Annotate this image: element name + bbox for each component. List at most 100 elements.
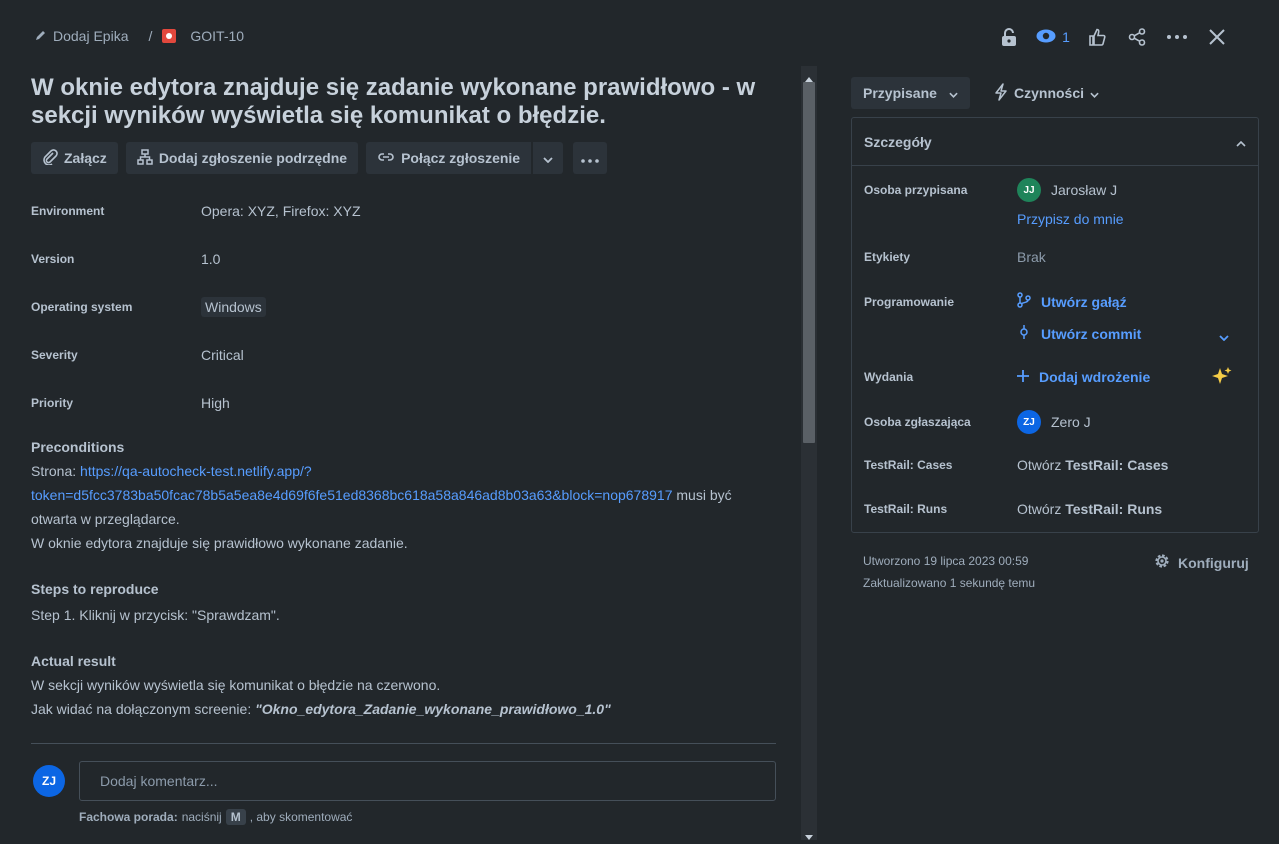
field-severity: Severity Critical	[31, 331, 791, 379]
avatar: JJ	[1017, 178, 1041, 202]
testrail-runs-row: TestRail: Runs Otwórz TestRail: Runs	[864, 501, 1162, 517]
testrail-cases-link[interactable]: Otwórz TestRail: Cases	[1017, 457, 1168, 473]
development-label: Programowanie	[864, 294, 955, 309]
branch-icon	[1017, 292, 1031, 311]
status-label: Przypisane	[863, 85, 937, 101]
preconditions-prefix: Strona:	[31, 463, 81, 479]
issue-actions-bar: 1	[989, 21, 1237, 53]
created-date: Utworzono 19 lipca 2023 00:59	[863, 554, 1029, 568]
custom-fields: Environment Opera: XYZ, Firefox: XYZ Ver…	[31, 187, 791, 427]
plus-icon	[1017, 369, 1029, 385]
labels-value[interactable]: Brak	[1017, 249, 1046, 265]
configure-label: Konfiguruj	[1178, 554, 1249, 571]
issue-title[interactable]: W oknie edytora znajduje się zadanie wyk…	[31, 74, 791, 130]
tip-end: , aby skomentować	[249, 810, 353, 824]
actual-result-heading: Actual result	[31, 653, 116, 669]
scroll-down-arrow[interactable]	[804, 828, 814, 844]
testrail-cases-label: TestRail: Cases	[864, 458, 953, 472]
toolbar-more-button[interactable]	[573, 142, 608, 174]
watch-button[interactable]: 1	[1029, 21, 1077, 53]
testrail-runs-link[interactable]: Otwórz TestRail: Runs	[1017, 501, 1162, 517]
create-commit-link[interactable]: Utwórz commit	[1017, 324, 1141, 343]
attach-button[interactable]: Załącz	[31, 142, 118, 174]
tip-bold: Fachowa porada:	[79, 810, 178, 824]
avatar: ZJ	[1017, 410, 1041, 434]
testrail-runs-prefix: Otwórz	[1017, 501, 1066, 517]
comment-input[interactable]: Dodaj komentarz...	[79, 761, 776, 801]
close-icon[interactable]	[1197, 21, 1237, 53]
more-icon	[581, 150, 599, 166]
preconditions-line4: W oknie edytora znajduje się prawidłowo …	[31, 535, 408, 551]
issue-main-content: W oknie edytora znajduje się zadanie wyk…	[31, 70, 791, 840]
breadcrumb: Dodaj Epika / GOIT-10	[35, 28, 244, 44]
steps-heading: Steps to reproduce	[31, 581, 159, 597]
preconditions-heading: Preconditions	[31, 439, 125, 455]
field-value[interactable]: Opera: XYZ, Firefox: XYZ	[201, 203, 361, 219]
chevron-down-icon	[543, 150, 553, 166]
link-issue-label: Połącz zgłoszenie	[401, 150, 521, 166]
actual-result-text: W sekcji wyników wyświetla się komunikat…	[31, 673, 791, 721]
share-icon[interactable]	[1117, 21, 1157, 53]
actual-attachment-name: "Okno_edytora_Zadanie_wykonane_prawidłow…	[255, 701, 611, 717]
add-deployment-label: Dodaj wdrożenie	[1039, 369, 1151, 385]
preconditions-text: Strona: https://qa-autocheck-test.netlif…	[31, 459, 791, 555]
details-panel: Szczegóły Osoba przypisana JJ Jarosław J…	[851, 117, 1259, 533]
field-label: Priority	[31, 396, 74, 410]
create-branch-link[interactable]: Utwórz gałąź	[1017, 292, 1127, 311]
child-issue-icon	[137, 148, 153, 168]
lock-icon[interactable]	[989, 21, 1029, 53]
field-value-tag[interactable]: Windows	[201, 297, 266, 317]
comment-tip: Fachowa porada: naciśnij M , aby skoment…	[79, 809, 352, 825]
lightning-icon	[994, 82, 1008, 104]
link-issue-dropdown[interactable]	[532, 142, 564, 174]
bug-icon	[162, 29, 182, 43]
chevron-down-icon[interactable]	[1219, 328, 1229, 344]
preconditions-link[interactable]: https://qa-autocheck-test.netlify.app/?	[80, 463, 312, 479]
chevron-up-icon[interactable]	[1236, 134, 1246, 150]
breadcrumb-separator: /	[148, 28, 153, 44]
link-icon	[377, 150, 395, 166]
details-header[interactable]: Szczegóły	[852, 118, 1258, 166]
assignee-value[interactable]: JJ Jarosław J	[1017, 178, 1117, 202]
actions-button[interactable]: Czynności	[982, 77, 1111, 109]
avatar: ZJ	[33, 765, 65, 797]
sparkle-icon[interactable]	[1211, 366, 1233, 391]
attach-label: Załącz	[64, 150, 107, 166]
eye-icon	[1036, 29, 1056, 46]
reporter-value[interactable]: ZJ Zero J	[1017, 410, 1091, 434]
testrail-cases-row: TestRail: Cases Otwórz TestRail: Cases	[864, 457, 1168, 473]
pencil-icon	[35, 28, 53, 44]
more-icon[interactable]	[1157, 21, 1197, 53]
comment-divider	[31, 743, 776, 744]
thumbs-up-icon[interactable]	[1077, 21, 1117, 53]
assign-to-me-link[interactable]: Przypisz do mnie	[1017, 211, 1124, 227]
assignee-label: Osoba przypisana	[864, 183, 968, 197]
field-value[interactable]: Critical	[201, 347, 244, 363]
configure-button[interactable]: Konfiguruj	[1153, 552, 1249, 573]
details-title: Szczegóły	[864, 133, 932, 150]
status-button[interactable]: Przypisane	[851, 77, 970, 109]
steps-text: Step 1. Kliknij w przycisk: "Sprawdzam".	[31, 607, 280, 623]
scroll-up-arrow[interactable]	[804, 69, 814, 85]
add-child-issue-button[interactable]: Dodaj zgłoszenie podrzędne	[125, 142, 359, 174]
development-row: Programowanie Utwórz gałąź	[864, 292, 1127, 311]
breadcrumb-issue-key[interactable]: GOIT-10	[190, 28, 244, 44]
add-deployment-link[interactable]: Dodaj wdrożenie	[1017, 369, 1150, 385]
description[interactable]: Preconditions Strona: https://qa-autoche…	[31, 439, 791, 721]
scrollbar-thumb[interactable]	[803, 82, 815, 443]
reporter-label: Osoba zgłaszająca	[864, 415, 971, 429]
issue-toolbar: Załącz Dodaj zgłoszenie podrzędne Połącz…	[31, 142, 791, 174]
actual-line2-prefix: Jak widać na dołączonym screenie:	[31, 701, 256, 717]
preconditions-link-cont[interactable]: token=d5fcc3783ba50fcac78b5a5ea8e4d69f6f…	[31, 487, 673, 503]
releases-label: Wydania	[864, 370, 914, 384]
link-issue-button[interactable]: Połącz zgłoszenie	[366, 142, 532, 174]
field-value[interactable]: High	[201, 395, 230, 411]
gear-icon	[1153, 552, 1171, 573]
actions-label: Czynności	[1014, 85, 1085, 101]
field-operating-system: Operating system Windows	[31, 283, 791, 331]
labels-row: Etykiety Brak	[864, 249, 1046, 265]
field-value[interactable]: 1.0	[201, 251, 220, 267]
breadcrumb-epic[interactable]: Dodaj Epika	[53, 28, 129, 44]
field-priority: Priority High	[31, 379, 791, 427]
create-branch-label: Utwórz gałąź	[1041, 293, 1127, 310]
